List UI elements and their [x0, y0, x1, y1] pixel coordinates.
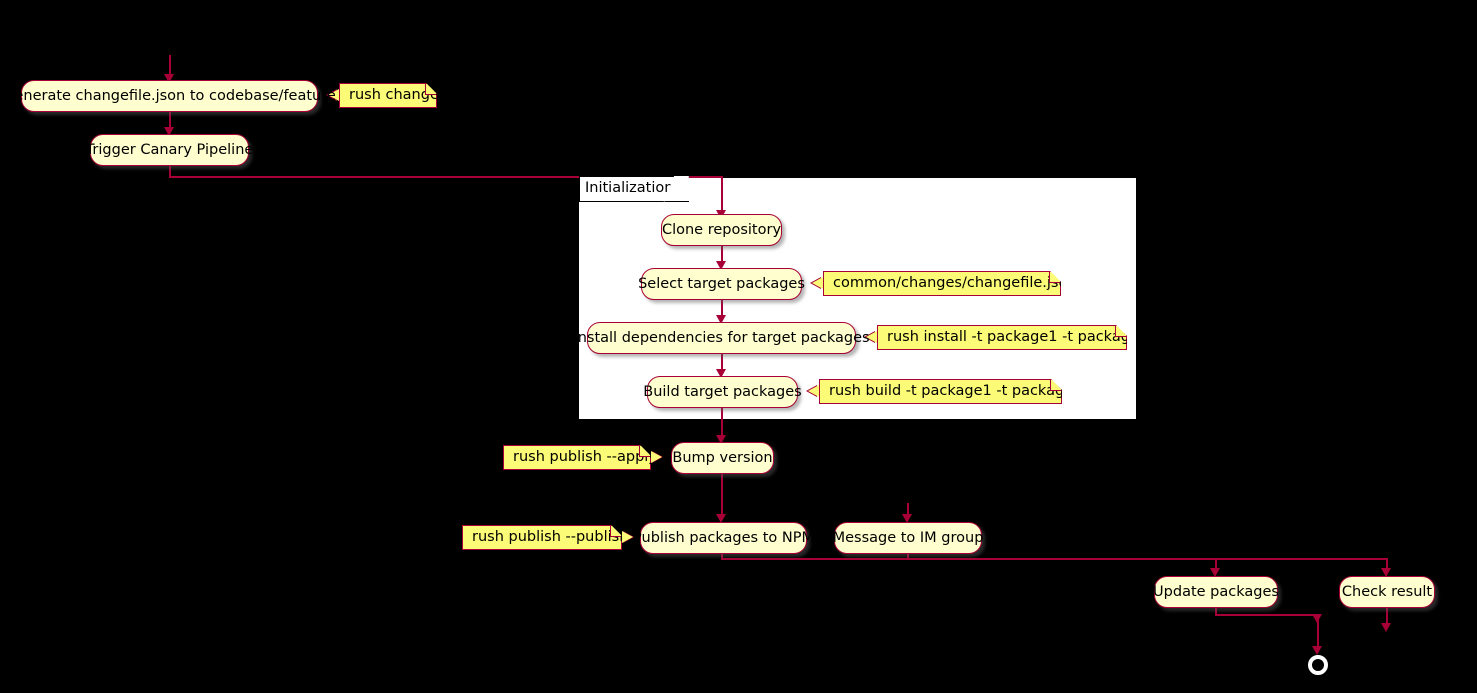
activity-update-packages[interactable]: Update packages: [1153, 576, 1279, 608]
activity-label: Install dependencies for target packages: [573, 329, 870, 346]
note-rush-change: rush change: [339, 83, 437, 108]
note-rush-publish-publish: rush publish --publish: [462, 525, 622, 550]
note-text: rush install -t package1 -t package2: [887, 329, 1149, 346]
activity-label: Bump version: [672, 449, 773, 466]
note-tab-publish: [622, 531, 633, 543]
activity-clone-repository[interactable]: Clone repository: [661, 214, 782, 246]
activity-label: Generate changefile.json to codebase/fea…: [3, 87, 336, 104]
note-rush-build: rush build -t package1 -t package2: [819, 379, 1062, 404]
partition-initialization-label: Initialization: [579, 176, 690, 202]
connector-build-to-bump: [721, 407, 723, 438]
note-tab-changefile: [812, 277, 823, 289]
connector-bump-to-publish: [721, 473, 723, 518]
activity-check-result[interactable]: Check result: [1339, 576, 1435, 608]
activity-message-to-im-group[interactable]: Message to IM group: [832, 522, 984, 554]
activity-publish-packages-to-npm[interactable]: Publish packages to NPM: [633, 522, 814, 554]
note-text: common/changes/changefile.json: [833, 275, 1077, 292]
arrowhead-update-join: [1311, 614, 1322, 623]
connector-update-to-end: [1215, 614, 1319, 616]
connector-partition-entry: [721, 176, 723, 213]
activity-label: Select target packages: [638, 275, 805, 292]
activity-label: Message to IM group: [832, 529, 984, 546]
activity-label: Trigger Canary Pipeline: [85, 141, 254, 158]
note-changefile-path: common/changes/changefile.json: [823, 271, 1061, 296]
activity-label: Update packages: [1153, 583, 1279, 600]
note-tab-build: [808, 385, 819, 397]
note-fold-icon: [425, 84, 436, 95]
arrowhead-check-down: [1380, 623, 1391, 632]
activity-trigger-canary-pipeline[interactable]: Trigger Canary Pipeline: [86, 134, 253, 166]
activity-diagram-canvas: Initialization Generate changefile.json …: [0, 0, 1477, 693]
end-node-icon: [1308, 655, 1328, 675]
activity-build-target-packages[interactable]: Build target packages: [643, 376, 802, 408]
note-text: rush publish --publish: [472, 529, 629, 546]
activity-select-target-packages[interactable]: Select target packages: [638, 268, 805, 300]
note-fold-icon: [610, 526, 621, 537]
activity-generate-changefile[interactable]: Generate changefile.json to codebase/fea…: [3, 80, 336, 112]
note-tab-apply: [651, 451, 662, 463]
activity-label: Build target packages: [643, 383, 802, 400]
arrowhead-to-end: [1311, 646, 1322, 655]
note-text: rush publish --apply: [513, 449, 657, 466]
note-rush-install: rush install -t package1 -t package2: [877, 325, 1127, 350]
note-rush-publish-apply: rush publish --apply: [503, 445, 651, 470]
note-fold-icon: [639, 446, 650, 457]
note-text: rush build -t package1 -t package2: [829, 383, 1083, 400]
activity-install-dependencies[interactable]: Install dependencies for target packages: [573, 322, 870, 354]
activity-label: Clone repository: [661, 221, 782, 238]
activity-bump-version[interactable]: Bump version: [671, 442, 774, 474]
connector-join-bar: [721, 558, 1388, 560]
activity-label: Check result: [1341, 583, 1433, 600]
activity-label: Publish packages to NPM: [633, 529, 814, 546]
